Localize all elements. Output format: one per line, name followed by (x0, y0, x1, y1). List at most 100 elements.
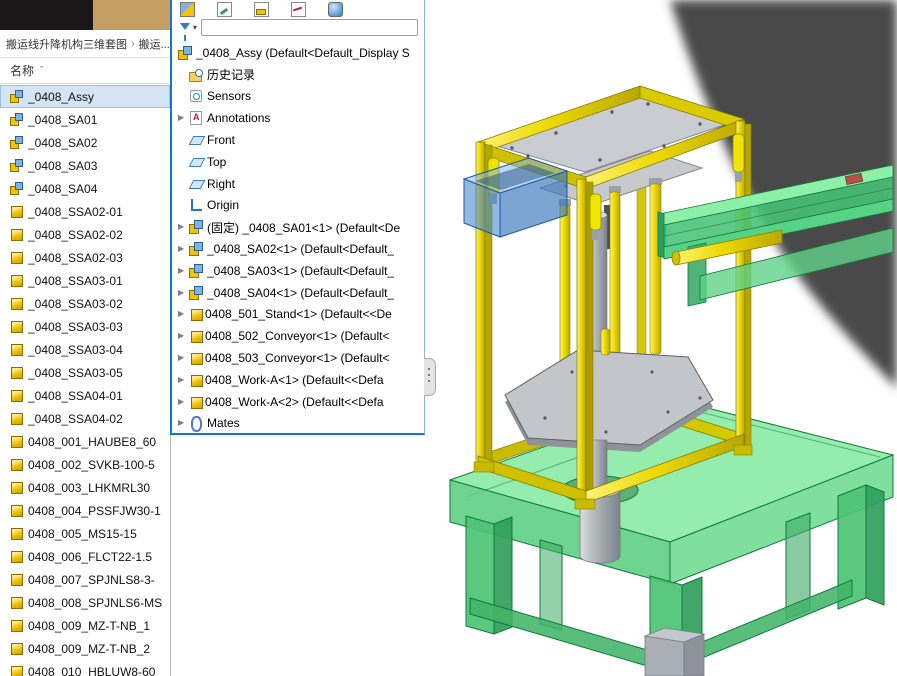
feature-icon (190, 329, 204, 343)
file-list-item[interactable]: 0408_003_LHKMRL30 (0, 476, 170, 499)
file-list-item[interactable]: _0408_SSA03-05 (0, 361, 170, 384)
filter-icon[interactable] (180, 23, 190, 30)
feature-tree-item[interactable]: Front (172, 129, 424, 151)
file-name: _0408_SSA03-02 (28, 297, 123, 311)
expand-arrow-icon[interactable]: ▶ (178, 310, 189, 318)
feature-tree-item[interactable]: ▶ _0408_SA02<1> (Default<Default_ (172, 238, 424, 260)
file-list-item[interactable]: _0408_SA02 (0, 131, 170, 154)
column-header-name[interactable]: 名称 ˇ (0, 58, 170, 84)
file-list-item[interactable]: _0408_SSA03-03 (0, 315, 170, 338)
feature-label: Right (207, 177, 235, 191)
feature-tree-item[interactable]: ▶ Mates (172, 413, 424, 435)
feature-tree-item[interactable]: ▶ Annotations (172, 107, 424, 129)
file-icon (10, 113, 23, 126)
expand-arrow-icon[interactable]: ▶ (178, 332, 189, 340)
feature-icon (190, 395, 204, 409)
file-name: 0408_005_MS15-15 (28, 527, 137, 541)
file-list-item[interactable]: 0408_006_FLCT22-1.5 (0, 545, 170, 568)
expand-arrow-icon[interactable]: ▶ (178, 376, 189, 384)
file-list-item[interactable]: _0408_SSA03-04 (0, 338, 170, 361)
tab-displaymanager-icon[interactable] (328, 2, 343, 17)
file-list-item[interactable]: _0408_Assy (0, 85, 170, 108)
file-icon (11, 413, 23, 425)
file-list-item[interactable]: _0408_SA01 (0, 108, 170, 131)
file-list-item[interactable]: _0408_SSA04-02 (0, 407, 170, 430)
expand-arrow-icon[interactable]: ▶ (178, 223, 189, 231)
feature-tree-item[interactable]: ▶ 0408_501_Stand<1> (Default<<De (172, 304, 424, 326)
feature-icon (189, 416, 203, 430)
expand-arrow-icon[interactable]: ▶ (178, 245, 189, 253)
breadcrumb-folder[interactable]: 搬运线升降机构三维套图 (6, 36, 127, 52)
file-icon (11, 620, 23, 632)
filter-bar: ▾ (172, 17, 424, 39)
file-name: _0408_SSA03-01 (28, 274, 123, 288)
feature-tree-item[interactable]: Origin (172, 195, 424, 217)
breadcrumb: 搬运线升降机构三维套图 › 搬运... (0, 30, 170, 58)
file-icon (11, 298, 23, 310)
feature-tree-item[interactable]: _0408_Assy (Default<Default_Display S (172, 42, 424, 64)
expand-arrow-icon[interactable]: ▶ (178, 419, 189, 427)
feature-tree-item[interactable]: ▶ 0408_502_Conveyor<1> (Default< (172, 325, 424, 347)
file-list-item[interactable]: _0408_SSA02-03 (0, 246, 170, 269)
feature-tree-item[interactable]: ▶ 0408_Work-A<1> (Default<<Defa (172, 369, 424, 391)
feature-tree-item[interactable]: 历史记录 (172, 64, 424, 86)
file-list-item[interactable]: _0408_SSA02-02 (0, 223, 170, 246)
file-list-item[interactable]: _0408_SA03 (0, 154, 170, 177)
tab-propertymanager-icon[interactable] (217, 2, 232, 17)
feature-label: Sensors (207, 89, 251, 103)
filter-input[interactable] (201, 19, 418, 36)
feature-tree-item[interactable]: ▶ (固定) _0408_SA01<1> (Default<De (172, 216, 424, 238)
file-icon (11, 229, 23, 241)
file-icon (11, 252, 23, 264)
file-list-item[interactable]: _0408_SSA02-01 (0, 200, 170, 223)
expand-arrow-icon[interactable]: ▶ (178, 398, 189, 406)
expand-arrow-icon[interactable]: ▶ (178, 354, 189, 362)
tab-featuremanager-icon[interactable] (180, 2, 195, 17)
file-name: 0408_006_FLCT22-1.5 (28, 550, 152, 564)
file-name: _0408_SSA04-02 (28, 412, 123, 426)
file-list-item[interactable]: _0408_SA04 (0, 177, 170, 200)
file-list-item[interactable]: 0408_002_SVKB-100-5 (0, 453, 170, 476)
feature-tree-item[interactable]: ▶ 0408_Work-A<2> (Default<<Defa (172, 391, 424, 413)
file-name: _0408_SSA02-03 (28, 251, 123, 265)
feature-label: 0408_Work-A<2> (Default<<Defa (205, 395, 384, 409)
panel-collapse-handle[interactable] (424, 358, 436, 396)
feature-tree-item[interactable]: Sensors (172, 86, 424, 108)
feature-tree-item[interactable]: ▶ _0408_SA03<1> (Default<Default_ (172, 260, 424, 282)
feature-tree-item[interactable]: ▶ 0408_503_Conveyor<1> (Default< (172, 347, 424, 369)
column-header-label: 名称 (10, 62, 34, 79)
breadcrumb-current[interactable]: 搬运... (139, 36, 170, 52)
file-list-item[interactable]: 0408_001_HAUBE8_60 (0, 430, 170, 453)
feature-icon (189, 133, 203, 147)
file-list-item[interactable]: 0408_009_MZ-T-NB_2 (0, 637, 170, 660)
file-icon (11, 344, 23, 356)
manager-tabs (172, 0, 424, 17)
feature-label: _0408_SA03<1> (Default<Default_ (207, 264, 394, 278)
file-list-item[interactable]: 0408_008_SPJNLS6-MS (0, 591, 170, 614)
file-name: _0408_SSA02-01 (28, 205, 123, 219)
file-list-item[interactable]: 0408_004_PSSFJW30-1 (0, 499, 170, 522)
file-list-item[interactable]: _0408_SSA04-01 (0, 384, 170, 407)
file-icon (10, 136, 23, 149)
file-icon (11, 551, 23, 563)
file-list-item[interactable]: 0408_007_SPJNLS8-3- (0, 568, 170, 591)
file-list-item[interactable]: 0408_009_MZ-T-NB_1 (0, 614, 170, 637)
expand-arrow-icon[interactable]: ▶ (178, 267, 189, 275)
feature-tree-item[interactable]: ▶ _0408_SA04<1> (Default<Default_ (172, 282, 424, 304)
tab-dimxpertmanager-icon[interactable] (291, 2, 306, 17)
file-icon (11, 643, 23, 655)
tab-configurationmanager-icon[interactable] (254, 2, 269, 17)
expand-arrow-icon[interactable]: ▶ (178, 289, 189, 297)
file-list-item[interactable]: _0408_SSA03-02 (0, 292, 170, 315)
expand-arrow-icon[interactable]: ▶ (178, 114, 189, 122)
file-icon (11, 321, 23, 333)
feature-icon (190, 307, 204, 321)
feature-tree-item[interactable]: Right (172, 173, 424, 195)
filter-dropdown-icon[interactable]: ▾ (193, 23, 197, 32)
feature-tree-item[interactable]: Top (172, 151, 424, 173)
file-list-item[interactable]: _0408_SSA03-01 (0, 269, 170, 292)
file-icon (11, 574, 23, 586)
file-list-item[interactable]: 0408_005_MS15-15 (0, 522, 170, 545)
feature-label: Origin (207, 198, 239, 212)
file-list-item[interactable]: 0408_010_HBLUW8-60 (0, 660, 170, 676)
